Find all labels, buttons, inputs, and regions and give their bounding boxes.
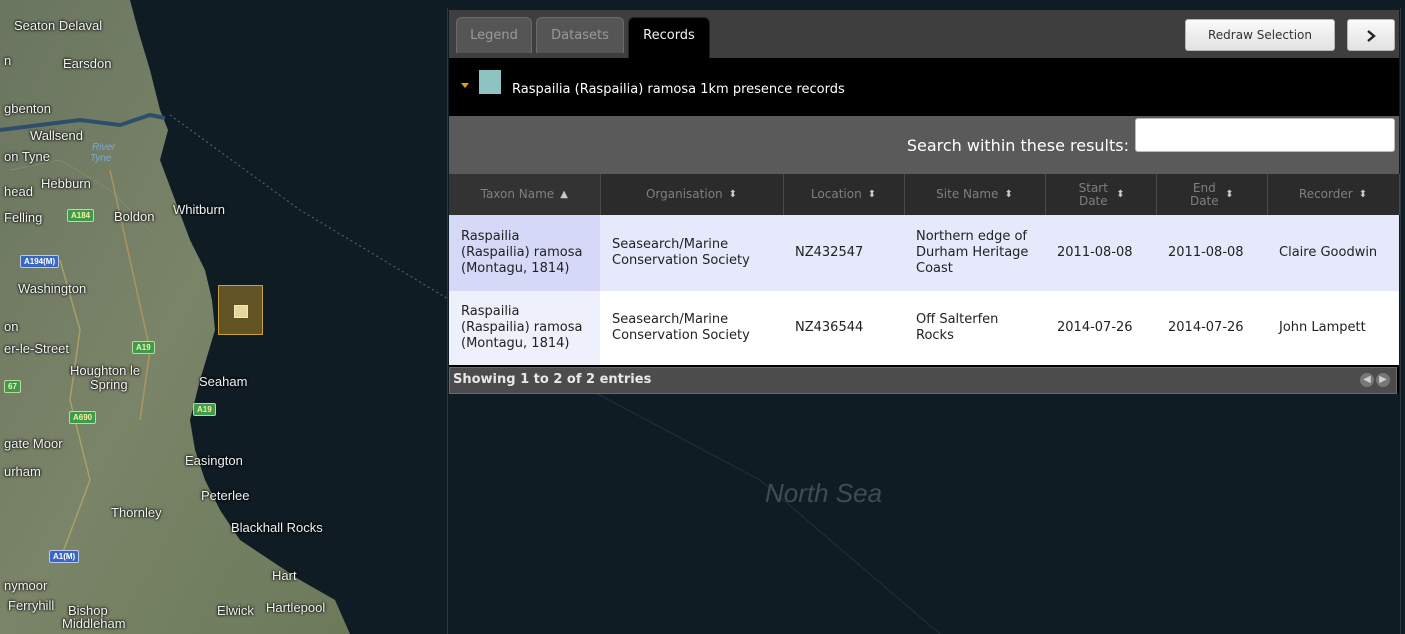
sort-icon: ⬍ [1225,189,1234,200]
map-label-head: head [4,184,33,199]
map-label-urham: urham [4,464,41,479]
table-header-row: Taxon Name ▲ Organisation ⬍ Location ⬍ Site… [449,174,1400,215]
map-river-label: Tyne [90,153,112,164]
cell-taxon: Raspailia (Raspailia) ramosa (Montagu, 1… [449,215,600,291]
map-label-elwick: Elwick [217,603,254,618]
map-label-hebburn: Hebburn [41,176,91,191]
road-shield: A184 [67,209,95,222]
sort-icon: ⬍ [728,189,738,200]
map-label-spring: Spring [90,377,128,392]
sort-icon: ⬍ [1358,189,1368,200]
map-label-middleham: Middleham [62,616,126,631]
cell-start-date: 2014-07-26 [1045,291,1156,365]
sort-ascending-icon: ▲ [560,189,568,200]
search-input[interactable] [1135,118,1395,152]
dataset-title: Raspailia (Raspailia) ramosa 1km presenc… [512,82,845,97]
map-river-label: River [92,142,116,153]
sort-icon: ⬍ [1004,189,1013,200]
road-shield: A19 [193,403,216,416]
map-label-easington: Easington [185,453,243,468]
dataset-header[interactable]: Raspailia (Raspailia) ramosa 1km presenc… [449,58,1399,116]
search-bar: Search within these results: [449,116,1399,174]
column-header-start-date[interactable]: Start Date ⬍ [1045,174,1157,215]
tab-bar: Legend Datasets Records Redraw Selection [449,10,1399,58]
tab-datasets[interactable]: Datasets [536,17,624,53]
map-label-washington: Washington [18,281,87,296]
cell-organisation: Seasearch/Marine Conservation Society [600,291,783,365]
cell-end-date: 2011-08-08 [1156,215,1267,291]
cell-site: Northern edge of Durham Heritage Coast [904,215,1045,291]
map-label-n: n [4,53,12,68]
cell-end-date: 2014-07-26 [1156,291,1267,365]
map-label-houghton: Houghton le [70,363,141,378]
map-label-boldon: Boldon [114,209,155,224]
records-panel: Legend Datasets Records Redraw Selection… [449,10,1400,394]
cell-location: NZ432547 [783,215,904,291]
map-label-earsdon: Earsdon [63,56,112,71]
cell-site: Off Salterfen Rocks [904,291,1045,365]
selection-area[interactable] [218,285,263,335]
map-label-hart: Hart [272,568,297,583]
pagination: ◀ ▶ [1360,373,1390,387]
cell-start-date: 2011-08-08 [1045,215,1156,291]
map-label-gbenton: gbenton [4,101,51,116]
sort-icon: ⬍ [1116,189,1125,200]
chevron-right-icon [1367,29,1376,42]
table-footer: Showing 1 to 2 of 2 entries ◀ ▶ [449,367,1397,394]
map-label-felling: Felling [4,210,43,225]
map-label-ferryhill: Ferryhill [8,598,55,613]
table-row[interactable]: Raspailia (Raspailia) ramosa (Montagu, 1… [449,215,1399,291]
sea-label: North Sea [765,478,883,508]
map-label-on-tyne: on Tyne [4,149,51,164]
column-header-organisation[interactable]: Organisation ⬍ [600,174,784,215]
cell-taxon: Raspailia (Raspailia) ramosa (Montagu, 1… [449,291,600,365]
redraw-selection-button[interactable]: Redraw Selection [1185,19,1335,51]
road-shield: A194(M) [20,255,60,268]
road-shield: A19 [132,341,155,354]
map-label-er-le-street: er-le-Street [4,341,70,356]
entries-info: Showing 1 to 2 of 2 entries [453,372,652,387]
column-header-recorder[interactable]: Recorder ⬍ [1267,174,1400,215]
column-header-location[interactable]: Location ⬍ [783,174,905,215]
map-label-seaham: Seaham [199,374,248,389]
next-button[interactable] [1347,19,1395,51]
search-label: Search within these results: [906,136,1129,155]
record-marker[interactable] [234,305,248,318]
table-row[interactable]: Raspailia (Raspailia) ramosa (Montagu, 1… [449,291,1399,365]
map-label-gate-moor: gate Moor [4,436,63,451]
road-shield: A690 [69,411,97,424]
map-label-blackhall: Blackhall Rocks [231,520,323,535]
caret-down-icon[interactable] [461,83,469,88]
cell-organisation: Seasearch/Marine Conservation Society [600,215,783,291]
road-shield: A1(M) [49,550,80,563]
previous-page-icon[interactable]: ◀ [1360,373,1374,387]
map-label-on2: on [4,319,19,334]
map-label-thornley: Thornley [111,505,162,520]
map-label-wallsend: Wallsend [30,128,83,143]
map-label-peterlee: Peterlee [201,488,250,503]
cell-recorder: Claire Goodwin [1267,215,1399,291]
sort-icon: ⬍ [867,189,877,200]
legend-swatch [479,70,501,94]
map-label-hartlepool: Hartlepool [266,600,326,615]
column-header-end-date[interactable]: End Date ⬍ [1156,174,1268,215]
column-header-site-name[interactable]: Site Name ⬍ [904,174,1046,215]
cell-location: NZ436544 [783,291,904,365]
map-label-seaton-delaval: Seaton Delaval [14,18,103,33]
map-label-nymoor: nymoor [4,578,48,593]
map-label-whitburn: Whitburn [173,202,226,217]
records-table: Taxon Name ▲ Organisation ⬍ Location ⬍ Site… [449,174,1400,365]
tab-records[interactable]: Records [628,17,710,58]
road-shield: 67 [4,380,21,393]
tab-legend[interactable]: Legend [456,17,532,53]
cell-recorder: John Lampett [1267,291,1399,365]
column-header-taxon-name[interactable]: Taxon Name ▲ [449,174,601,215]
next-page-icon[interactable]: ▶ [1376,373,1390,387]
